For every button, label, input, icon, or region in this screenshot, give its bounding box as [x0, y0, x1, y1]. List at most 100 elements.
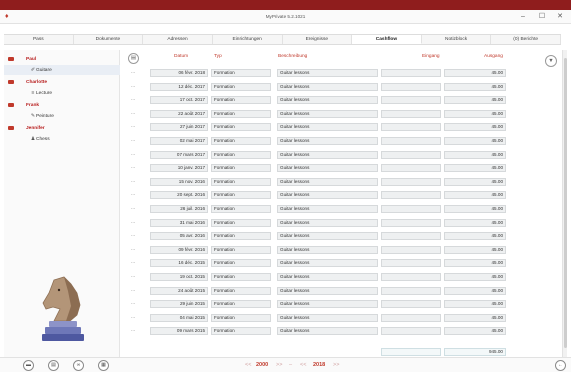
- cell-datum[interactable]: 05 avr. 2016: [150, 232, 208, 241]
- cell-datum[interactable]: 31 mai 2016: [150, 218, 208, 227]
- cell-eingang[interactable]: [381, 245, 441, 254]
- cell-ausgang[interactable]: 45.00: [444, 123, 506, 132]
- cell-eingang[interactable]: [381, 137, 441, 145]
- cell-eingang[interactable]: [381, 286, 441, 295]
- back-button[interactable]: ←: [555, 360, 566, 371]
- column-header-beschreibung[interactable]: Beschreibung: [278, 54, 307, 59]
- cell-beschreibung[interactable]: Guitar lessons: [277, 232, 378, 241]
- cell-beschreibung[interactable]: Guitar lessons: [277, 164, 378, 173]
- table-row[interactable]: ... 19 oct. 2015 Formation Guitar lessons 45…: [122, 272, 562, 282]
- row-action-button[interactable]: ...: [131, 191, 135, 197]
- year-to-prev-button[interactable]: <<: [300, 362, 306, 368]
- row-action-button[interactable]: ...: [131, 110, 135, 116]
- cell-typ[interactable]: Formation: [211, 259, 271, 268]
- tree-hobby-peinture[interactable]: ✎ Peinture: [4, 111, 120, 121]
- cell-eingang[interactable]: [381, 327, 441, 336]
- table-row[interactable]: ... 07 mars 2017 Formation Guitar lessons 45…: [122, 150, 562, 160]
- tree-person-charlotte[interactable]: Charlotte: [4, 77, 120, 87]
- year-from-next-button[interactable]: >>: [276, 362, 282, 368]
- row-action-button[interactable]: ...: [131, 232, 135, 238]
- table-row[interactable]: ... 04 mai 2015 Formation Guitar lessons 45.…: [122, 313, 562, 323]
- cell-eingang[interactable]: [381, 82, 441, 91]
- row-action-button[interactable]: ...: [131, 246, 135, 252]
- close-button[interactable]: ✕: [553, 12, 567, 22]
- row-action-button[interactable]: ...: [131, 300, 135, 306]
- cell-eingang[interactable]: [381, 313, 441, 322]
- cell-eingang[interactable]: [381, 259, 441, 268]
- vertical-scrollbar[interactable]: [562, 50, 567, 357]
- cell-datum[interactable]: 09 févr. 2016: [150, 245, 208, 254]
- cell-beschreibung[interactable]: Guitar lessons: [277, 123, 378, 132]
- cell-beschreibung[interactable]: Guitar lessons: [277, 82, 378, 91]
- cell-typ[interactable]: Formation: [211, 286, 271, 295]
- table-row[interactable]: ... 05 avr. 2016 Formation Guitar lessons 45…: [122, 231, 562, 241]
- cell-ausgang[interactable]: 45.00: [444, 300, 506, 309]
- cell-eingang[interactable]: [381, 273, 441, 281]
- table-row[interactable]: ... 29 juin 2015 Formation Guitar lessons 45…: [122, 299, 562, 309]
- cell-ausgang[interactable]: 45.00: [444, 205, 506, 213]
- row-action-button[interactable]: ...: [131, 287, 135, 293]
- cell-typ[interactable]: Formation: [211, 150, 271, 159]
- cell-ausgang[interactable]: 45.00: [444, 150, 506, 159]
- tab-dokumente[interactable]: Dokumente: [74, 35, 144, 44]
- row-action-button[interactable]: ...: [131, 137, 135, 143]
- table-row[interactable]: ... 27 juin 2017 Formation Guitar lessons 45…: [122, 122, 562, 132]
- table-row[interactable]: ... 17 oct. 2017 Formation Guitar lessons 45…: [122, 95, 562, 105]
- year-next-button[interactable]: >>: [333, 362, 339, 368]
- cell-ausgang[interactable]: 45.00: [444, 96, 506, 105]
- cell-typ[interactable]: Formation: [211, 69, 271, 77]
- tab-cashflow[interactable]: Cashflow: [352, 35, 422, 44]
- cell-datum[interactable]: 16 déc. 2015: [150, 259, 208, 268]
- cell-eingang[interactable]: [381, 109, 441, 118]
- cell-eingang[interactable]: [381, 191, 441, 200]
- table-row[interactable]: ... 02 mai 2017 Formation Guitar lessons 45.…: [122, 136, 562, 146]
- cell-ausgang[interactable]: 45.00: [444, 137, 506, 145]
- cell-eingang[interactable]: [381, 150, 441, 159]
- column-header-ausgang[interactable]: Ausgang: [484, 54, 503, 59]
- column-header-typ[interactable]: Typ: [214, 54, 222, 59]
- row-action-button[interactable]: ...: [131, 314, 135, 320]
- row-action-button[interactable]: ...: [131, 164, 135, 170]
- cell-ausgang[interactable]: 45.00: [444, 245, 506, 254]
- cell-ausgang[interactable]: 45.00: [444, 218, 506, 227]
- cell-typ[interactable]: Formation: [211, 96, 271, 105]
- cell-eingang[interactable]: [381, 164, 441, 173]
- tree-person-jennifer[interactable]: Jennifer: [4, 123, 120, 133]
- row-action-button[interactable]: ...: [131, 327, 135, 333]
- cell-eingang[interactable]: [381, 300, 441, 309]
- cell-datum[interactable]: 09 mars 2015: [150, 327, 208, 336]
- cell-typ[interactable]: Formation: [211, 232, 271, 241]
- tab-adressen[interactable]: Adressen: [143, 35, 213, 44]
- cell-eingang[interactable]: [381, 177, 441, 186]
- cell-typ[interactable]: Formation: [211, 137, 271, 145]
- cell-datum[interactable]: 12 déc. 2017: [150, 82, 208, 91]
- cell-ausgang[interactable]: 45.00: [444, 69, 506, 77]
- cell-typ[interactable]: Formation: [211, 300, 271, 309]
- minimize-button[interactable]: –: [516, 12, 530, 22]
- table-row[interactable]: ... 22 août 2017 Formation Guitar lessons 45…: [122, 109, 562, 119]
- row-action-button[interactable]: ...: [131, 123, 135, 129]
- year-prev-button[interactable]: <<: [245, 362, 251, 368]
- cell-ausgang[interactable]: 45.00: [444, 232, 506, 241]
- tree-hobby-guitare[interactable]: ✐ Guitare: [4, 65, 120, 75]
- cell-ausgang[interactable]: 45.00: [444, 177, 506, 186]
- cell-typ[interactable]: Formation: [211, 273, 271, 281]
- row-action-button[interactable]: ...: [131, 273, 135, 279]
- cell-typ[interactable]: Formation: [211, 177, 271, 186]
- cell-datum[interactable]: 29 juin 2015: [150, 300, 208, 309]
- document-button[interactable]: ▤: [128, 53, 139, 64]
- cell-beschreibung[interactable]: Guitar lessons: [277, 191, 378, 200]
- table-row[interactable]: ... 06 févr. 2018 Formation Guitar lessons 4…: [122, 68, 562, 78]
- cell-beschreibung[interactable]: Guitar lessons: [277, 313, 378, 322]
- cell-datum[interactable]: 10 janv. 2017: [150, 164, 208, 173]
- cell-ausgang[interactable]: 45.00: [444, 164, 506, 173]
- cell-datum[interactable]: 07 mars 2017: [150, 150, 208, 159]
- column-header-datum[interactable]: Datum: [174, 54, 188, 59]
- column-header-eingang[interactable]: Eingang: [422, 54, 440, 59]
- cell-beschreibung[interactable]: Guitar lessons: [277, 150, 378, 159]
- tab-einrichtungen[interactable]: Einrichtungen: [213, 35, 283, 44]
- row-action-button[interactable]: ...: [131, 96, 135, 102]
- cell-eingang[interactable]: [381, 69, 441, 77]
- tab-berichte[interactable]: (0) Berichte: [491, 35, 561, 44]
- cell-beschreibung[interactable]: Guitar lessons: [277, 205, 378, 213]
